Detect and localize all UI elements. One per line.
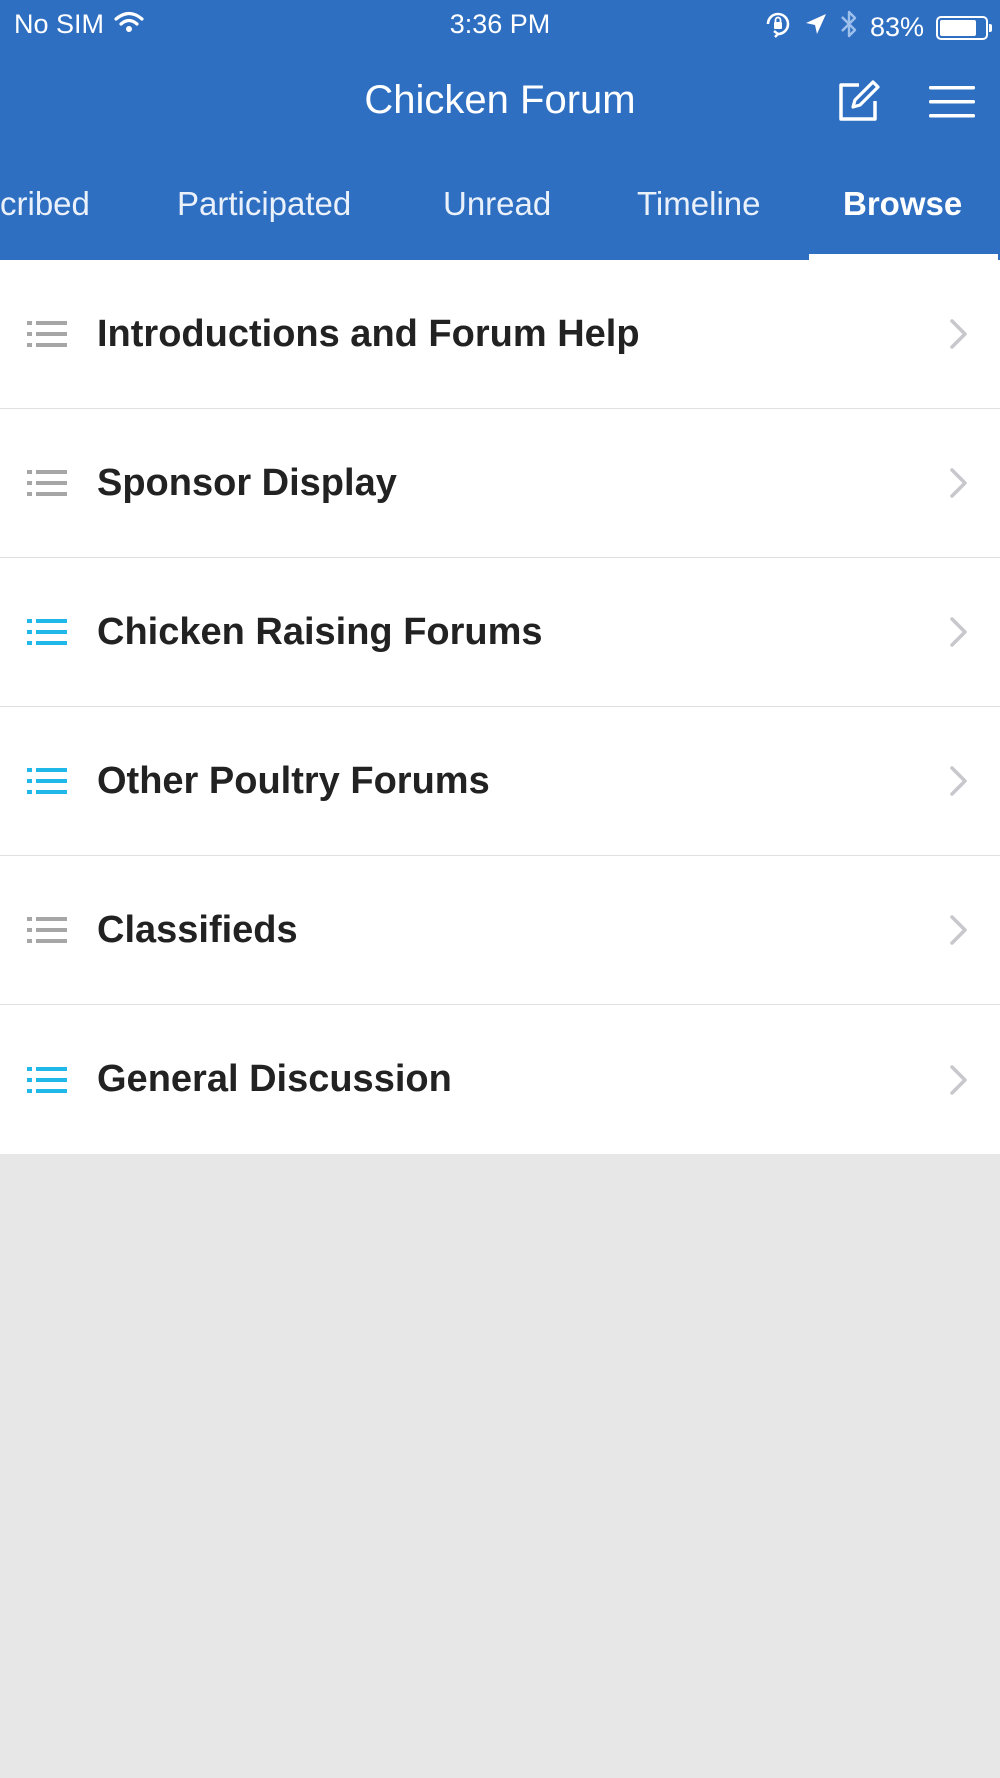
forum-row[interactable]: Classifieds — [0, 856, 1000, 1005]
clock-time: 3:36 PM — [449, 9, 551, 39]
list-icon — [27, 768, 69, 794]
chevron-right-icon — [944, 914, 974, 946]
chevron-right-icon — [944, 318, 974, 350]
chevron-right-icon — [944, 765, 974, 797]
header-area: No SIM 3:36 PM 83% Chicken Forum cribed … — [0, 0, 1000, 260]
chevron-right-icon — [944, 616, 974, 648]
compose-icon — [839, 80, 880, 121]
forum-title: Other Poultry Forums — [97, 759, 490, 802]
forum-title: Classifieds — [97, 908, 298, 951]
forum-row[interactable]: Other Poultry Forums — [0, 707, 1000, 856]
bluetooth-icon — [840, 9, 858, 46]
forum-row[interactable]: Sponsor Display — [0, 409, 1000, 558]
forum-row[interactable]: General Discussion — [0, 1005, 1000, 1154]
chevron-right-icon — [944, 1064, 974, 1096]
status-bar: No SIM 3:36 PM 83% — [0, 0, 1000, 50]
tab-timeline[interactable]: Timeline — [637, 185, 760, 223]
tab-participated[interactable]: Participated — [177, 185, 351, 223]
battery-icon — [936, 15, 992, 40]
list-icon — [27, 619, 69, 645]
compose-button[interactable] — [832, 76, 884, 128]
battery-level — [940, 19, 976, 36]
forum-list: Introductions and Forum Help Sponsor Disp… — [0, 260, 1000, 1154]
menu-button[interactable] — [926, 76, 978, 128]
tab-browse[interactable]: Browse — [843, 185, 962, 223]
nav-bar: Chicken Forum — [0, 50, 1000, 155]
chevron-right-icon — [944, 467, 974, 499]
rotation-lock-icon — [764, 10, 792, 45]
forum-title: Chicken Raising Forums — [97, 610, 543, 653]
forum-row[interactable]: Introductions and Forum Help — [0, 260, 1000, 409]
forum-title: Sponsor Display — [97, 461, 397, 504]
location-arrow-icon — [804, 12, 828, 43]
tab-subscribed[interactable]: cribed — [0, 185, 90, 223]
tab-unread[interactable]: Unread — [443, 185, 551, 223]
list-icon — [27, 470, 69, 496]
forum-title: General Discussion — [97, 1058, 452, 1100]
list-icon — [27, 1066, 69, 1093]
hamburger-menu-icon — [929, 86, 975, 118]
tab-bar: cribed Participated Unread Timeline Brow… — [0, 155, 1000, 260]
list-icon — [27, 917, 69, 943]
list-icon — [27, 321, 69, 347]
forum-title: Introductions and Forum Help — [97, 312, 640, 355]
forum-row[interactable]: Chicken Raising Forums — [0, 558, 1000, 707]
battery-percent: 83% — [869, 12, 924, 42]
